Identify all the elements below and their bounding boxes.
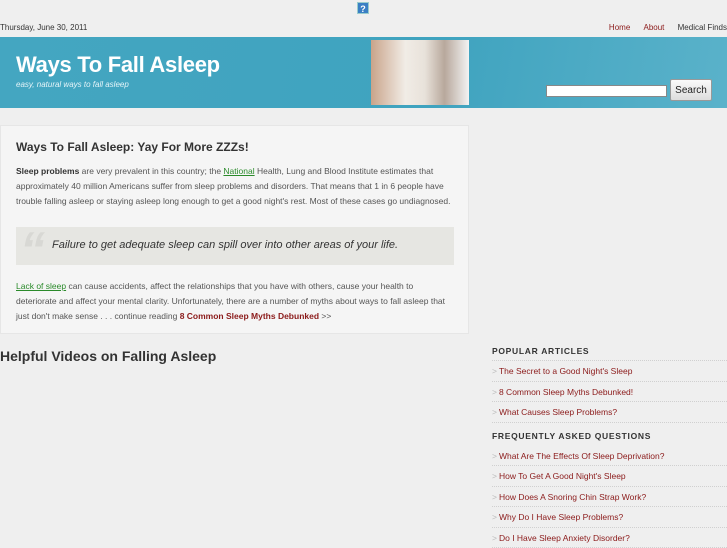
- item-label: The Secret to a Good Night's Sleep: [499, 366, 632, 376]
- faq-item[interactable]: >Why Do I Have Sleep Problems?: [492, 507, 727, 528]
- faq-item[interactable]: >How To Get A Good Night's Sleep: [492, 466, 727, 487]
- chevron-right-icon: >: [492, 387, 497, 397]
- article-paragraph-1: Sleep problems are very prevalent in thi…: [16, 164, 456, 209]
- date-text: Thursday, June 30, 2011: [0, 23, 87, 32]
- chevron-right-icon: >: [492, 451, 497, 461]
- article-box: Ways To Fall Asleep: Yay For More ZZZs! …: [0, 125, 469, 334]
- popular-heading: POPULAR ARTICLES: [492, 341, 727, 361]
- search-button[interactable]: Search: [670, 79, 712, 101]
- quote-text: Failure to get adequate sleep can spill …: [52, 239, 398, 251]
- site-title[interactable]: Ways To Fall Asleep: [16, 52, 220, 78]
- text: are very prevalent in this country; the: [79, 166, 223, 176]
- faq-heading: FREQUENTLY ASKED QUESTIONS: [492, 426, 727, 446]
- search-input[interactable]: [546, 85, 667, 97]
- chevron-right-icon: >: [492, 512, 497, 522]
- top-nav: Home About Medical Finds: [598, 23, 727, 32]
- item-label: What Causes Sleep Problems?: [499, 407, 617, 417]
- site-tagline: easy, natural ways to fall asleep: [16, 80, 129, 89]
- myths-link[interactable]: 8 Common Sleep Myths Debunked: [180, 311, 319, 321]
- chevron-right-icon: >: [492, 533, 497, 543]
- item-label: Why Do I Have Sleep Problems?: [499, 512, 623, 522]
- help-icon[interactable]: ?: [357, 2, 369, 14]
- doctors-photo: [371, 40, 469, 105]
- popular-item[interactable]: >What Causes Sleep Problems?: [492, 402, 727, 423]
- faq-item[interactable]: >What Are The Effects Of Sleep Deprivati…: [492, 446, 727, 467]
- faq-item[interactable]: >How Does A Snoring Chin Strap Work?: [492, 487, 727, 508]
- item-label: Do I Have Sleep Anxiety Disorder?: [499, 533, 630, 543]
- sidebar: POPULAR ARTICLES >The Secret to a Good N…: [492, 341, 727, 548]
- nav-home[interactable]: Home: [609, 23, 630, 32]
- national-link[interactable]: National: [223, 166, 254, 176]
- article-paragraph-2: Lack of sleep can cause accidents, affec…: [16, 279, 456, 324]
- lack-of-sleep-link[interactable]: Lack of sleep: [16, 281, 66, 291]
- popular-item[interactable]: >8 Common Sleep Myths Debunked!: [492, 382, 727, 403]
- item-label: How Does A Snoring Chin Strap Work?: [499, 492, 646, 502]
- bold-text: Sleep problems: [16, 166, 79, 176]
- site-header: Ways To Fall Asleep easy, natural ways t…: [0, 37, 727, 108]
- chevron-right-icon: >: [492, 492, 497, 502]
- quote-mark-icon: “: [20, 221, 45, 279]
- videos-heading: Helpful Videos on Falling Asleep: [0, 348, 216, 364]
- item-label: 8 Common Sleep Myths Debunked!: [499, 387, 633, 397]
- nav-about[interactable]: About: [644, 23, 665, 32]
- pull-quote: “Failure to get adequate sleep can spill…: [16, 227, 454, 265]
- chevron-right-icon: >: [492, 471, 497, 481]
- chevron-right-icon: >: [492, 407, 497, 417]
- nav-medical-finds[interactable]: Medical Finds: [678, 23, 727, 32]
- popular-item[interactable]: >The Secret to a Good Night's Sleep: [492, 361, 727, 382]
- article-title: Ways To Fall Asleep: Yay For More ZZZs!: [16, 140, 249, 154]
- chevron-right-icon: >: [492, 366, 497, 376]
- text: >>: [319, 311, 331, 321]
- item-label: What Are The Effects Of Sleep Deprivatio…: [499, 451, 665, 461]
- item-label: How To Get A Good Night's Sleep: [499, 471, 626, 481]
